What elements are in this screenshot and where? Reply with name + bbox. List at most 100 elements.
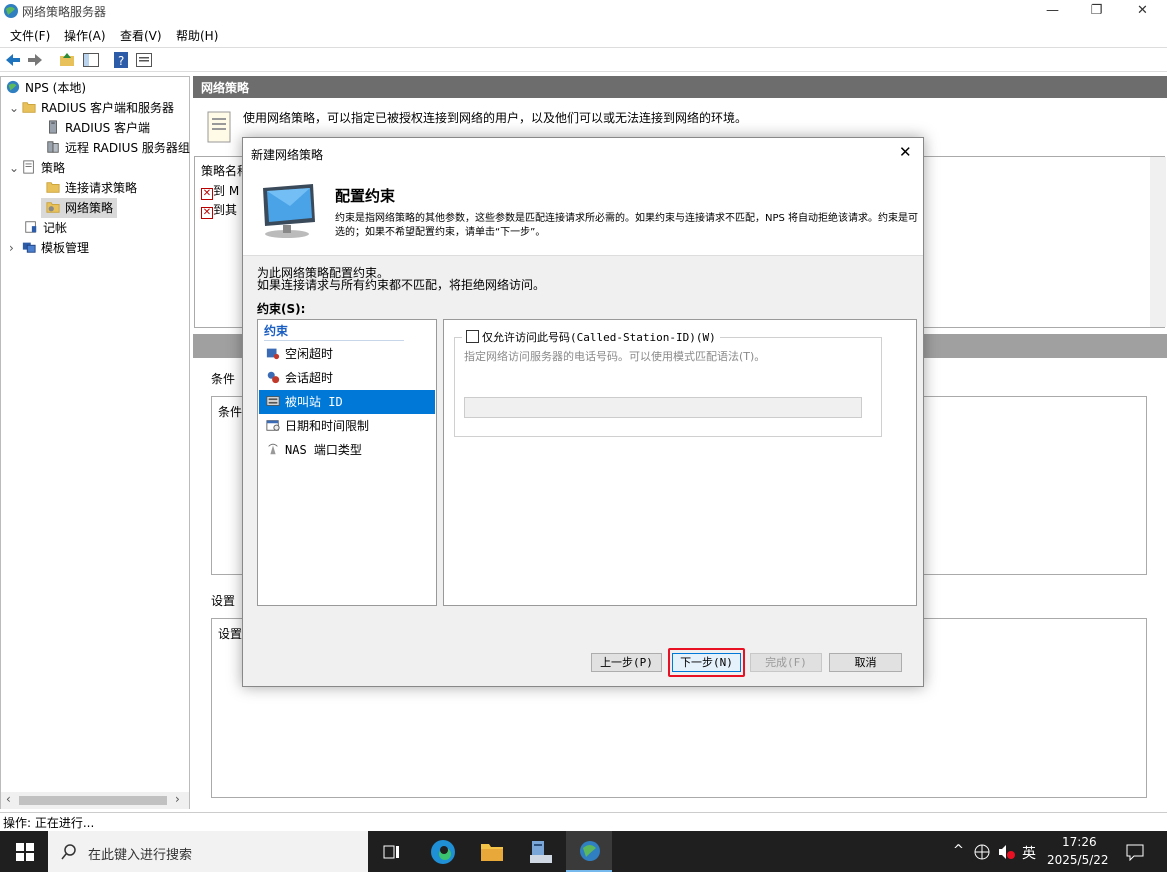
show-tree-icon[interactable] (82, 51, 100, 69)
back-arrow-icon[interactable] (4, 51, 22, 69)
maximize-button[interactable]: ❐ (1074, 0, 1119, 22)
constraint-called-station-id[interactable]: 被叫站 ID (259, 390, 435, 414)
constraint-nas-port-type[interactable]: NAS 端口类型 (259, 438, 435, 462)
clock-date[interactable]: 2025/5/22 (1047, 853, 1109, 867)
forward-arrow-icon[interactable] (26, 51, 44, 69)
svg-text:?: ? (118, 54, 124, 68)
policy-list-scrollbar[interactable] (1150, 157, 1166, 327)
toolbar: ? (0, 47, 1167, 72)
tree-item-label: 模板管理 (41, 241, 90, 255)
folder-icon (46, 182, 60, 193)
window-title-bar: 网络策略服务器 — ❐ ✕ (0, 0, 1167, 22)
status-text: 操作: 正在进行... (3, 816, 95, 830)
constraint-session-timeout[interactable]: 会话超时 (259, 366, 435, 390)
dialog-close-button[interactable]: ✕ (899, 143, 912, 161)
search-placeholder: 在此键入进行搜索 (88, 848, 193, 863)
edge-browser-icon[interactable] (430, 839, 456, 865)
called-station-checkbox-row[interactable]: 仅允许访问此号码(Called-Station-ID)(W) (462, 329, 720, 345)
tree-item-label: RADIUS 客户端和服务器 (41, 101, 175, 115)
cancel-button[interactable]: 取消 (829, 653, 902, 672)
details-description: 使用网络策略，可以指定已被授权连接到网络的用户，以及他们可以或无法连接到网络的环… (243, 111, 748, 125)
constraint-label: 日期和时间限制 (285, 419, 370, 433)
policy-row[interactable]: ✕ 到 M (201, 182, 239, 200)
next-button[interactable]: 下一步(N) (672, 653, 741, 672)
volume-muted-icon[interactable] (998, 844, 1016, 860)
tree-item-radius-clients[interactable]: RADIUS 客户端 (45, 118, 150, 138)
disabled-policy-icon: ✕ (201, 207, 213, 219)
menu-action[interactable]: 操作(A) (64, 27, 106, 44)
constraints-label: 约束(S): (257, 302, 306, 316)
details-header: 网络策略 (193, 76, 1167, 98)
menu-view[interactable]: 查看(V) (120, 27, 162, 44)
windows-start-icon[interactable] (16, 843, 34, 861)
taskbar-search-box[interactable]: 在此键入进行搜索 (48, 831, 368, 872)
constraint-detail-panel: 仅允许访问此号码(Called-Station-ID)(W) 指定网络访问服务器… (443, 319, 917, 606)
file-explorer-icon[interactable] (480, 841, 504, 863)
tree-item-remote-radius-groups[interactable]: 远程 RADIUS 服务器组 (45, 138, 190, 158)
tree-item-radius-clients-servers[interactable]: ⌄ RADIUS 客户端和服务器 (9, 98, 174, 118)
tree-item-label: 连接请求策略 (65, 181, 138, 195)
constraints-list: 约束 空闲超时 会话超时 被叫站 ID 日期和时间限制 NAS 端口类型 (257, 319, 437, 606)
minimize-button[interactable]: — (1030, 0, 1075, 22)
back-button[interactable]: 上一步(P) (591, 653, 662, 672)
list-header-divider (264, 340, 404, 341)
nps-taskbar-button[interactable] (566, 831, 612, 872)
tree-item-label: 网络策略 (65, 201, 114, 215)
expander-icon[interactable]: › (9, 238, 21, 258)
server-group-icon (47, 141, 59, 153)
tree-item-nps[interactable]: NPS (本地) (5, 78, 86, 98)
tree-item-template-management[interactable]: › 模板管理 (9, 238, 89, 258)
nps-globe-icon (580, 841, 600, 861)
server-manager-icon[interactable] (528, 839, 554, 865)
up-folder-icon[interactable] (58, 51, 76, 69)
scroll-thumb[interactable] (19, 796, 167, 805)
taskbar: 在此键入进行搜索 ^ 英 17:26 2025/5/22 (0, 831, 1167, 872)
conditions-box-text: 条件 (218, 405, 243, 419)
notification-icon[interactable] (1126, 843, 1144, 861)
scroll-left-arrow[interactable]: ‹ (6, 792, 11, 806)
constraint-idle-timeout[interactable]: 空闲超时 (259, 342, 435, 366)
dialog-header: 配置约束 约束是指网络策略的其他参数，这些参数是匹配连接请求所必需的。如果约束与… (243, 168, 923, 256)
window-close-button[interactable]: ✕ (1120, 0, 1165, 22)
window-title: 网络策略服务器 (22, 5, 107, 19)
scroll-right-arrow[interactable]: › (175, 792, 180, 806)
called-station-input[interactable] (464, 397, 862, 418)
nps-globe-icon (4, 4, 18, 18)
dialog-title-bar: 新建网络策略 ✕ (243, 138, 923, 168)
properties-pane-icon[interactable] (135, 51, 153, 69)
tray-overflow-chevron[interactable]: ^ (953, 843, 964, 858)
clock-time[interactable]: 17:26 (1062, 835, 1097, 849)
expander-icon[interactable]: ⌄ (9, 158, 21, 178)
menu-file[interactable]: 文件(F) (10, 27, 50, 44)
server-icon (49, 120, 57, 134)
tree-item-connection-request-policies[interactable]: 连接请求策略 (45, 178, 137, 198)
tree-horizontal-scrollbar[interactable]: ‹ › (1, 792, 189, 809)
monitor-icon (263, 184, 315, 238)
accounting-icon (25, 221, 37, 233)
tree-item-policies[interactable]: ⌄ 策略 (9, 158, 65, 178)
dialog-description: 约束是指网络策略的其他参数，这些参数是匹配连接请求所必需的。如果约束与连接请求不… (335, 213, 919, 238)
menu-bar: 文件(F) 操作(A) 查看(V) 帮助(H) (0, 24, 1167, 46)
ime-indicator[interactable]: 英 (1022, 843, 1036, 863)
called-station-help-text: 指定网络访问服务器的电话号码。可以使用模式匹配语法(T)。 (464, 350, 766, 363)
settings-label: 设置 (211, 594, 236, 608)
called-station-checkbox[interactable] (466, 330, 479, 343)
expander-icon[interactable]: ⌄ (9, 98, 21, 118)
tree-item-network-policies[interactable]: 网络策略 (41, 198, 118, 218)
constraint-label: 被叫站 ID (285, 395, 343, 409)
called-station-icon (266, 396, 280, 406)
menu-help[interactable]: 帮助(H) (176, 27, 218, 44)
task-view-icon[interactable] (383, 843, 401, 861)
help-icon[interactable]: ? (112, 51, 130, 69)
finish-button[interactable]: 完成(F) (750, 653, 822, 672)
policy-row[interactable]: ✕ 到其 (201, 201, 237, 219)
policy-name: 到 M (213, 184, 240, 198)
globe-icon (6, 80, 20, 94)
session-timeout-icon (267, 371, 280, 384)
search-icon (61, 844, 76, 860)
constraint-date-time[interactable]: 日期和时间限制 (259, 414, 435, 438)
idle-timeout-icon (266, 348, 280, 360)
network-globe-icon[interactable] (974, 844, 990, 860)
tree-item-accounting[interactable]: 记帐 (23, 218, 67, 238)
constraint-label: 会话超时 (285, 371, 334, 385)
